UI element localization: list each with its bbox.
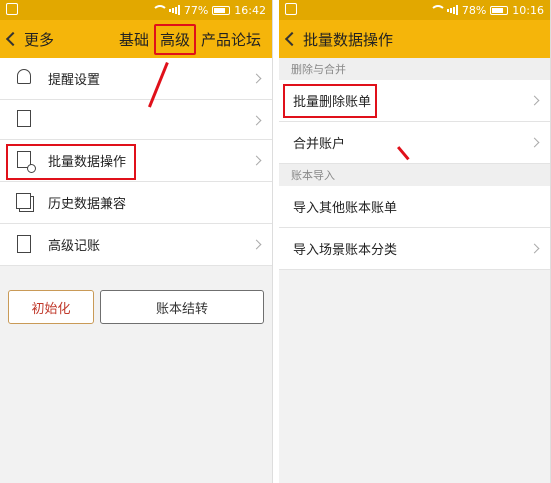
settings-list: 提醒设置 批量数据操作 历史数据兼容 高级记账 <box>0 58 272 266</box>
bell-icon <box>14 68 34 89</box>
back-label: 更多 <box>24 30 55 49</box>
list-item-import-categories[interactable]: 导入场景账本分类 <box>279 228 550 270</box>
top-bar: 更多 基础 高级 产品论坛 <box>0 20 272 58</box>
list-item-label: 导入场景账本分类 <box>293 243 398 258</box>
menu-item-reminder[interactable]: 提醒设置 <box>0 58 272 100</box>
chevron-right-icon <box>251 115 262 126</box>
action-buttons: 初始化 账本结转 <box>8 290 264 324</box>
signal-icon <box>168 5 180 15</box>
chevron-right-icon <box>529 243 540 254</box>
chevron-right-icon <box>529 95 540 106</box>
chevron-right-icon <box>529 137 540 148</box>
menu-item-label: 高级记账 <box>48 239 101 254</box>
chevron-right-icon <box>251 73 262 84</box>
section-header: 账本导入 <box>279 164 550 186</box>
history-icon <box>14 192 34 213</box>
battery-icon <box>490 5 509 15</box>
menu-item-hidden[interactable] <box>0 100 272 140</box>
screenshot-icon <box>285 3 297 15</box>
status-bar: 77% 16:42 <box>0 0 272 20</box>
menu-item-history-compat[interactable]: 历史数据兼容 <box>0 182 272 224</box>
list-item-merge-accounts[interactable]: 合并账户 <box>279 122 550 164</box>
batch-settings-icon <box>14 150 36 173</box>
tab-advanced[interactable]: 高级 <box>153 23 196 55</box>
section-header: 删除与合并 <box>279 58 550 80</box>
back-button[interactable]: 更多 <box>0 20 54 58</box>
battery-icon <box>212 5 231 15</box>
chevron-right-icon <box>251 155 262 166</box>
clock: 16:42 <box>234 3 266 17</box>
list-item-label: 合并账户 <box>293 137 346 152</box>
chevron-left-icon <box>5 31 21 47</box>
menu-item-advanced-accounting[interactable]: 高级记账 <box>0 224 272 266</box>
chevron-left-icon <box>284 31 300 47</box>
list-item-batch-delete[interactable]: 批量删除账单 <box>279 80 550 122</box>
tab-forum[interactable]: 产品论坛 <box>196 25 266 54</box>
list-item-label: 导入其他账本账单 <box>293 201 398 216</box>
menu-item-label: 提醒设置 <box>48 73 101 88</box>
highlight-box <box>283 84 377 118</box>
tab-basic[interactable]: 基础 <box>114 25 154 54</box>
battery-level: 77% <box>183 3 209 17</box>
page-title: 批量数据操作 <box>303 30 394 49</box>
close-books-button[interactable]: 账本结转 <box>100 290 264 324</box>
right-screen: 78% 10:16 批量数据操作 删除与合并 批量删除账单 合并账户 账本导入 … <box>279 0 551 483</box>
left-screen: 77% 16:42 更多 基础 高级 产品论坛 提醒设置 批量数据操作 历史数据… <box>0 0 273 483</box>
back-button[interactable]: 批量数据操作 <box>279 20 393 58</box>
list-item-import-bills[interactable]: 导入其他账本账单 <box>279 186 550 228</box>
menu-item-batch-operations[interactable]: 批量数据操作 <box>0 140 272 182</box>
battery-level: 78% <box>461 3 487 17</box>
document-icon <box>14 109 34 130</box>
wifi-icon <box>151 5 168 15</box>
menu-item-label: 历史数据兼容 <box>48 197 127 212</box>
clock: 10:16 <box>512 3 544 17</box>
init-button[interactable]: 初始化 <box>8 290 94 324</box>
top-bar: 批量数据操作 <box>279 20 550 58</box>
batch-operations-list: 删除与合并 批量删除账单 合并账户 账本导入 导入其他账本账单 导入场景账本分类 <box>279 58 550 270</box>
calculator-icon <box>14 234 34 255</box>
signal-icon <box>446 5 458 15</box>
wifi-icon <box>429 5 446 15</box>
tab-bar: 基础 高级 产品论坛 <box>114 20 266 58</box>
screenshot-icon <box>6 3 18 15</box>
chevron-right-icon <box>251 239 262 250</box>
status-bar: 78% 10:16 <box>279 0 550 20</box>
